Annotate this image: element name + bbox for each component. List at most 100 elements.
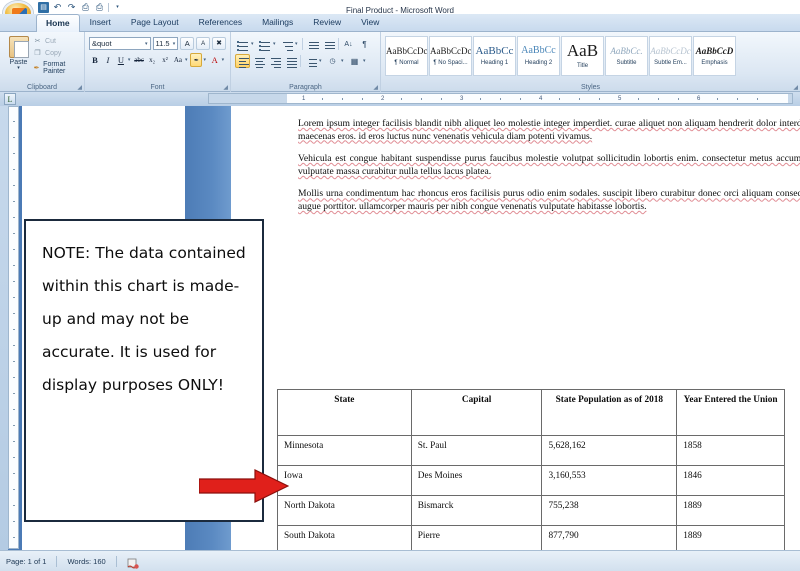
cell-year: 1889 xyxy=(676,495,785,526)
customize-qat-icon[interactable]: ▾ xyxy=(112,2,123,13)
table-row[interactable]: Iowa Des Moines 3,160,553 1846 xyxy=(277,465,785,496)
style-item-no-spacing[interactable]: AaBbCcDc ¶ No Spaci... xyxy=(429,36,472,76)
font-name-combobox[interactable]: &quot ▾ xyxy=(89,37,151,50)
style-item-emphasis[interactable]: AaBbCcD Emphasis xyxy=(693,36,736,76)
font-color-label: A xyxy=(211,55,218,65)
vertical-ruler[interactable] xyxy=(8,106,19,549)
document-body[interactable]: Lorem ipsum integer facilisis blandit ni… xyxy=(298,118,800,224)
shrink-font-button[interactable]: A xyxy=(196,37,211,50)
proofing-errors-icon[interactable] xyxy=(127,556,139,569)
font-dialog-launcher-icon[interactable]: ◢ xyxy=(223,84,228,91)
style-item-heading-1[interactable]: AaBbCс Heading 1 xyxy=(473,36,516,76)
tab-view[interactable]: View xyxy=(351,13,389,31)
print-preview-icon[interactable]: ⎙ xyxy=(80,2,91,13)
style-item-heading-2[interactable]: AaBbCc Heading 2 xyxy=(517,36,560,76)
red-arrow-shape[interactable] xyxy=(198,468,290,504)
format-painter-label: Format Painter xyxy=(43,61,66,75)
cell-state: Iowa xyxy=(277,465,412,496)
font-color-button[interactable]: A xyxy=(209,53,221,67)
italic-button[interactable]: I xyxy=(102,53,114,67)
tab-home[interactable]: Home xyxy=(36,14,80,32)
numbering-chevron-down-icon[interactable]: ▾ xyxy=(273,41,278,47)
paragraph-row-primary: ▾ ▾ ▾ A↓ ¶ xyxy=(235,34,376,51)
tab-selector-button[interactable]: L xyxy=(4,93,16,105)
multilevel-chevron-down-icon[interactable]: ▾ xyxy=(295,41,300,47)
bullets-chevron-down-icon[interactable]: ▾ xyxy=(251,41,256,47)
table-row[interactable]: North Dakota Bismarck 755,238 1889 xyxy=(277,495,785,526)
cut-button[interactable]: ✂ Cut xyxy=(33,37,80,46)
justify-button[interactable] xyxy=(283,54,298,68)
style-item-subtitle[interactable]: AaBbCc. Subtitle xyxy=(605,36,648,76)
borders-chevron-down-icon[interactable]: ▾ xyxy=(363,58,368,64)
tab-references[interactable]: References xyxy=(189,13,252,31)
style-item-title[interactable]: AaB Title xyxy=(561,36,604,76)
paragraph-divider-3 xyxy=(300,55,301,67)
ribbon-group-clipboard: Paste ▾ ✂ Cut ❐ Copy ✒ Format Painter Cl… xyxy=(0,32,84,92)
save-icon[interactable]: ▤ xyxy=(38,1,49,13)
status-bar: Page: 1 of 1 Words: 160 xyxy=(0,550,800,571)
paragraph-divider xyxy=(302,38,303,50)
underline-button[interactable]: U xyxy=(115,53,127,67)
bold-button[interactable]: B xyxy=(89,53,101,67)
tab-page-layout[interactable]: Page Layout xyxy=(121,13,189,31)
styles-dialog-launcher-icon[interactable]: ◢ xyxy=(793,84,798,91)
font-color-chevron-down-icon[interactable]: ▾ xyxy=(222,57,226,63)
line-spacing-chevron-down-icon[interactable]: ▾ xyxy=(319,58,324,64)
strikethrough-button[interactable]: abc xyxy=(133,53,145,67)
undo-icon[interactable]: ↶ xyxy=(52,2,63,13)
align-center-button[interactable] xyxy=(251,54,266,68)
style-name: Heading 1 xyxy=(480,59,509,66)
style-item-normal[interactable]: AaBbCcDc ¶ Normal xyxy=(385,36,428,76)
shading-chevron-down-icon[interactable]: ▾ xyxy=(341,58,346,64)
table-header-state: State xyxy=(277,389,412,436)
styles-gallery: AaBbCcDc ¶ Normal AaBbCcDc ¶ No Spaci...… xyxy=(385,34,796,76)
line-spacing-button[interactable] xyxy=(303,54,318,68)
copy-button[interactable]: ❐ Copy xyxy=(33,49,80,58)
borders-button[interactable]: ▦ xyxy=(347,54,362,68)
increase-indent-button[interactable] xyxy=(321,37,336,51)
horizontal-ruler[interactable]: 1 2 3 4 5 6 xyxy=(208,93,793,104)
highlight-chevron-down-icon[interactable]: ▾ xyxy=(203,57,207,63)
state-data-table[interactable]: State Capital State Population as of 201… xyxy=(277,389,785,571)
table-row[interactable]: Minnesota St. Paul 5,628,162 1858 xyxy=(277,435,785,466)
status-word-count[interactable]: Words: 160 xyxy=(67,557,105,566)
chevron-down-icon[interactable]: ▾ xyxy=(145,38,150,50)
tab-review[interactable]: Review xyxy=(303,13,351,31)
change-case-button[interactable]: Aa xyxy=(172,53,184,67)
show-formatting-marks-button[interactable]: ¶ xyxy=(357,37,372,51)
bullets-button[interactable] xyxy=(235,37,250,51)
chevron-down-icon[interactable]: ▾ xyxy=(173,38,178,50)
redo-icon[interactable]: ↷ xyxy=(66,2,77,13)
multilevel-list-button[interactable] xyxy=(279,37,294,51)
sort-button[interactable]: A↓ xyxy=(341,37,356,51)
clear-formatting-button[interactable]: ✖ xyxy=(212,37,226,50)
ribbon-tab-strip: Home Insert Page Layout References Maili… xyxy=(0,14,800,32)
cut-label: Cut xyxy=(45,38,56,45)
cell-year: 1858 xyxy=(676,435,785,466)
style-item-subtle-emphasis[interactable]: AaBbCcDc Subtle Em... xyxy=(649,36,692,76)
shading-button[interactable]: ◷ xyxy=(325,54,340,68)
chevron-down-icon[interactable]: ▾ xyxy=(17,66,20,71)
clipboard-dialog-launcher-icon[interactable]: ◢ xyxy=(77,84,82,91)
status-page-indicator[interactable]: Page: 1 of 1 xyxy=(6,557,46,566)
ruler-number: 3 xyxy=(460,96,464,102)
subscript-button[interactable]: x₂ xyxy=(146,53,158,67)
format-painter-button[interactable]: ✒ Format Painter xyxy=(33,61,80,75)
font-size-value: 11.5 xyxy=(155,38,170,48)
align-right-button[interactable] xyxy=(267,54,282,68)
paragraph-dialog-launcher-icon[interactable]: ◢ xyxy=(373,84,378,91)
superscript-button[interactable]: x² xyxy=(159,53,171,67)
text-highlight-button[interactable]: ✒ xyxy=(190,53,203,67)
ruler-number: 5 xyxy=(618,96,622,102)
numbering-button[interactable] xyxy=(257,37,272,51)
align-left-button[interactable] xyxy=(235,54,250,68)
grow-font-button[interactable]: A xyxy=(180,37,195,50)
change-case-chevron-down-icon[interactable]: ▾ xyxy=(185,57,189,63)
tab-insert[interactable]: Insert xyxy=(80,13,121,31)
font-size-combobox[interactable]: 11.5 ▾ xyxy=(152,37,179,50)
underline-chevron-down-icon[interactable]: ▾ xyxy=(128,57,132,63)
decrease-indent-button[interactable] xyxy=(305,37,320,51)
tab-mailings[interactable]: Mailings xyxy=(252,13,303,31)
style-sample: AaBbCс xyxy=(475,44,514,57)
print-icon[interactable]: ⎙ xyxy=(94,2,105,13)
